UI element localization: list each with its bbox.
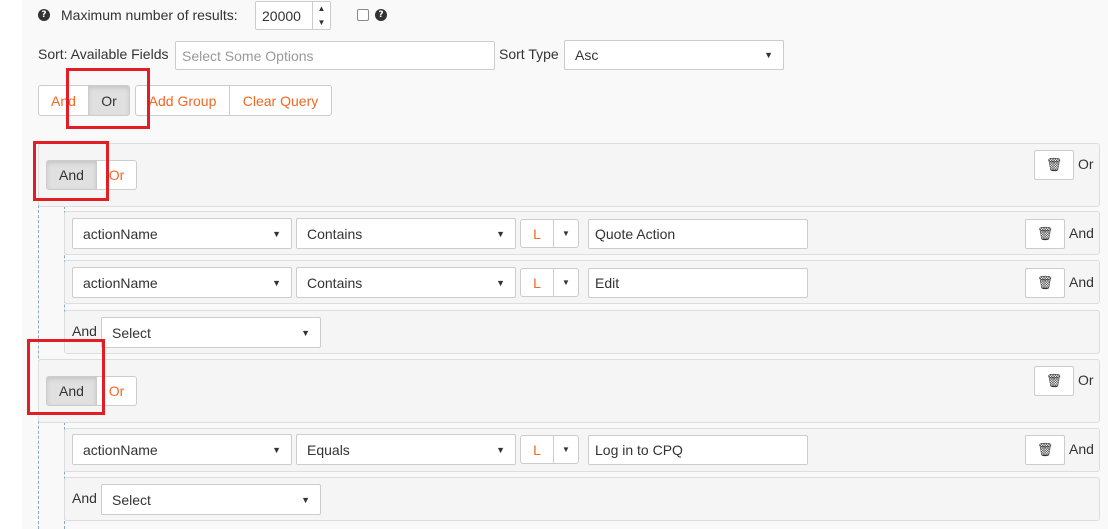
chevron-down-icon: ▼ <box>496 444 505 455</box>
chevron-down-icon: ▼ <box>272 228 281 239</box>
literal-dropdown[interactable]: ▼ <box>553 219 579 248</box>
trash-icon: 🗑 <box>1036 275 1054 290</box>
delete-rule-button[interactable]: 🗑 <box>1025 435 1065 465</box>
trash-icon: 🗑 <box>1045 373 1063 388</box>
caret-down-icon: ▼ <box>562 229 570 238</box>
highlight-box <box>66 68 150 129</box>
operator-value: Contains <box>307 225 363 242</box>
field-select[interactable]: actionName ▼ <box>72 218 292 249</box>
value-text: Log in to CPQ <box>595 442 683 458</box>
sort-fields-placeholder: Select Some Options <box>182 47 314 64</box>
field-value: actionName <box>83 441 158 458</box>
help-icon[interactable]: ? <box>375 9 387 21</box>
field-value: actionName <box>83 274 158 291</box>
delete-group-button[interactable]: 🗑 <box>1034 150 1074 180</box>
value-input[interactable]: Log in to CPQ <box>588 435 808 465</box>
rule-join-label: And <box>1069 274 1094 290</box>
option-checkbox[interactable] <box>357 9 369 21</box>
chevron-down-icon: ▼ <box>496 228 505 239</box>
literal-button[interactable]: L <box>520 268 554 297</box>
operator-select[interactable]: Contains ▼ <box>296 267 516 298</box>
field-value: actionName <box>83 225 158 242</box>
group-header <box>38 143 1100 207</box>
sort-type-label: Sort Type <box>499 46 559 62</box>
operator-select[interactable]: Equals ▼ <box>296 434 516 465</box>
spinner-down-icon[interactable]: ▼ <box>313 16 330 30</box>
literal-dropdown[interactable]: ▼ <box>553 268 579 297</box>
add-rule-select-value: Select <box>112 324 151 341</box>
sort-fields-input[interactable]: Select Some Options <box>175 41 495 70</box>
max-results-label: Maximum number of results: <box>61 7 238 23</box>
caret-down-icon: ▼ <box>562 445 570 454</box>
trash-icon: 🗑 <box>1036 226 1054 241</box>
trash-icon: 🗑 <box>1045 157 1063 172</box>
clear-query-button[interactable]: Clear Query <box>229 85 332 116</box>
group-join-label: Or <box>1078 372 1094 388</box>
operator-value: Equals <box>307 441 350 458</box>
add-rule-label: And <box>72 490 97 506</box>
delete-group-button[interactable]: 🗑 <box>1034 366 1074 396</box>
chevron-down-icon: ▼ <box>764 50 773 60</box>
trash-icon: 🗑 <box>1036 442 1054 457</box>
add-rule-label: And <box>72 323 97 339</box>
chevron-down-icon: ▼ <box>301 327 310 338</box>
highlight-box <box>27 339 105 415</box>
chevron-down-icon: ▼ <box>272 277 281 288</box>
literal-button[interactable]: L <box>520 219 554 248</box>
operator-select[interactable]: Contains ▼ <box>296 218 516 249</box>
highlight-box <box>33 141 109 201</box>
sort-type-select[interactable]: Asc ▼ <box>564 40 784 70</box>
chevron-down-icon: ▼ <box>496 277 505 288</box>
chevron-down-icon: ▼ <box>301 494 310 505</box>
help-icon[interactable]: ? <box>38 9 50 21</box>
sort-fields-label: Sort: Available Fields <box>38 46 169 62</box>
caret-down-icon: ▼ <box>562 278 570 287</box>
literal-button[interactable]: L <box>520 435 554 464</box>
value-text: Quote Action <box>595 226 676 242</box>
operator-value: Contains <box>307 274 363 291</box>
field-select[interactable]: actionName ▼ <box>72 434 292 465</box>
literal-dropdown[interactable]: ▼ <box>553 435 579 464</box>
spinner-up-icon[interactable]: ▲ <box>313 2 330 16</box>
field-select[interactable]: actionName ▼ <box>72 267 292 298</box>
group-join-label: Or <box>1078 156 1094 172</box>
add-rule-select-value: Select <box>112 491 151 508</box>
delete-rule-button[interactable]: 🗑 <box>1025 268 1065 298</box>
value-text: Edit <box>595 275 620 291</box>
add-rule-select[interactable]: Select ▼ <box>101 317 321 348</box>
max-results-value: 20000 <box>262 7 301 24</box>
rule-join-label: And <box>1069 441 1094 457</box>
max-results-stepper[interactable]: 20000 ▲ ▼ <box>255 1 331 30</box>
value-input[interactable]: Edit <box>588 268 808 298</box>
sort-type-value: Asc <box>575 47 599 63</box>
delete-rule-button[interactable]: 🗑 <box>1025 219 1065 249</box>
value-input[interactable]: Quote Action <box>588 219 808 249</box>
group-header <box>38 359 1100 423</box>
add-rule-select[interactable]: Select ▼ <box>101 484 321 515</box>
chevron-down-icon: ▼ <box>272 444 281 455</box>
rule-join-label: And <box>1069 225 1094 241</box>
